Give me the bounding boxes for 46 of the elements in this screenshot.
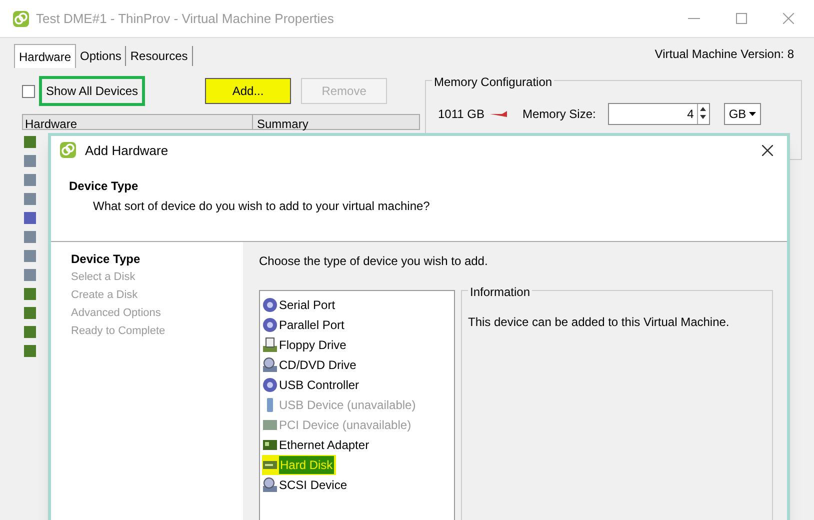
disc-icon	[262, 357, 278, 373]
wizard-step: Create a Disk	[71, 286, 243, 304]
close-icon[interactable]	[762, 144, 773, 156]
column-header[interactable]: Hardware	[23, 115, 253, 129]
window-title: Test DME#1 - ThinProv - Virtual Machine Properties	[36, 10, 334, 28]
version-label: Virtual Machine Version: 8	[654, 46, 794, 63]
caret-icon	[749, 112, 756, 116]
memory-size-label: Memory Size:	[522, 106, 596, 123]
tab[interactable]: Options	[76, 46, 126, 66]
memory-size-field[interactable]: 4	[608, 103, 710, 125]
scale-label: 1011 GB	[438, 106, 484, 123]
wizard-step: Advanced Options	[71, 304, 243, 322]
dialog-subheading: What sort of device do you wish to add to your virtual machine?	[92, 198, 431, 215]
slider-marker-icon	[490, 109, 508, 119]
wizard-step: Ready to Complete	[71, 322, 243, 340]
tab[interactable]: Resources	[126, 46, 193, 66]
action-button[interactable]: Add...	[205, 78, 292, 104]
device-item[interactable]: Floppy Drive	[262, 335, 348, 355]
wizard-step: Select a Disk	[71, 268, 243, 286]
network-card-icon	[262, 437, 278, 453]
drive-icon	[262, 337, 278, 353]
column-header[interactable]: Summary	[253, 115, 312, 129]
device-item[interactable]: SCSI Device	[262, 475, 350, 495]
device-item[interactable]: USB Controller	[262, 375, 362, 395]
tab[interactable]: Hardware	[14, 44, 76, 68]
logo-icon	[12, 10, 30, 28]
disc-icon	[262, 477, 278, 493]
port-icon	[262, 297, 278, 313]
device-item[interactable]: Serial Port	[262, 295, 338, 315]
unit-dropdown[interactable]: GB	[724, 103, 762, 125]
checkbox[interactable]	[22, 84, 35, 98]
dialog-title: Add Hardware	[85, 142, 168, 160]
card-icon	[262, 417, 278, 433]
device-item[interactable]: Parallel Port	[262, 315, 346, 335]
dialog-heading: Device Type	[69, 178, 140, 195]
prompt-text: Choose the type of device you wish to add.	[259, 253, 489, 270]
checkbox-label[interactable]: Show All Devices	[39, 76, 146, 106]
port-icon	[262, 377, 278, 393]
wizard-step: Device Type	[71, 250, 243, 268]
info-text: This device can be added to this Virtual Machine.	[468, 315, 730, 329]
port-icon	[262, 317, 278, 333]
maximize-icon[interactable]	[736, 13, 747, 24]
logo-icon	[59, 141, 77, 160]
device-item[interactable]: Ethernet Adapter	[262, 435, 372, 455]
device-item[interactable]: Hard Disk	[262, 455, 336, 475]
device-item[interactable]: CD/DVD Drive	[262, 355, 358, 375]
